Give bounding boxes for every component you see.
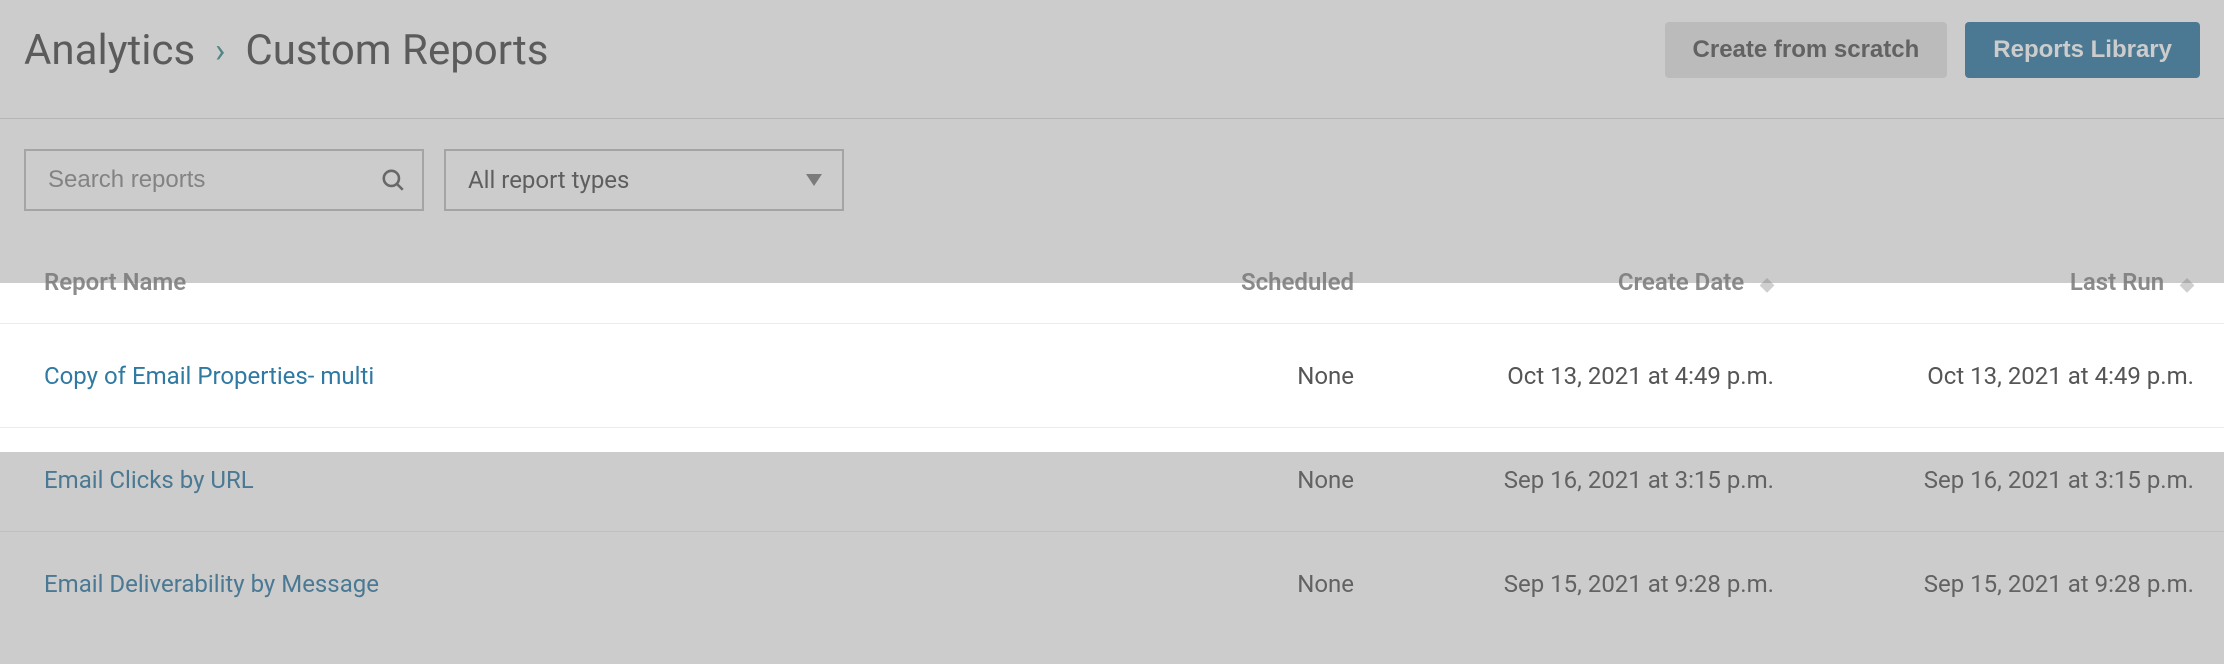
report-link[interactable]: Email Clicks by URL [44,466,254,494]
report-link[interactable]: Copy of Email Properties- multi [44,362,374,390]
sort-indicator-icon: ◆ [2180,274,2194,295]
chevron-right-icon: › [215,31,225,71]
cell-created: Sep 16, 2021 at 3:15 p.m. [1354,466,1774,494]
page-header: Analytics › Custom Reports Create from s… [0,0,2224,118]
column-header-name[interactable]: Report Name [44,268,1074,296]
column-header-created[interactable]: Create Date ◆ [1354,268,1774,296]
reports-table: Report Name Scheduled Create Date ◆ Last… [0,241,2224,635]
cell-created: Oct 13, 2021 at 4:49 p.m. [1354,362,1774,390]
cell-last-run: Sep 16, 2021 at 3:15 p.m. [1774,466,2194,494]
cell-last-run: Oct 13, 2021 at 4:49 p.m. [1774,362,2194,390]
report-type-selected: All report types [468,166,629,194]
table-row: Copy of Email Properties- multiNoneOct 1… [0,323,2224,427]
cell-report-name: Email Deliverability by Message [44,570,1074,598]
table-row: Email Clicks by URLNoneSep 16, 2021 at 3… [0,427,2224,531]
table-header: Report Name Scheduled Create Date ◆ Last… [0,241,2224,323]
column-header-last-run-label: Last Run [2070,268,2164,296]
column-header-last-run[interactable]: Last Run ◆ [1774,268,2194,296]
column-header-created-label: Create Date [1618,268,1744,296]
cell-scheduled: None [1074,466,1354,494]
reports-library-button[interactable]: Reports Library [1965,22,2200,78]
cell-report-name: Email Clicks by URL [44,466,1074,494]
breadcrumb-root[interactable]: Analytics [24,26,195,75]
header-actions: Create from scratch Reports Library [1665,22,2200,78]
sort-indicator-icon: ◆ [1760,274,1774,295]
report-type-select[interactable]: All report types [444,149,844,211]
filters-row: All report types [0,119,2224,241]
cell-report-name: Copy of Email Properties- multi [44,362,1074,390]
breadcrumb: Analytics › Custom Reports [24,26,548,75]
search-input-wrap [24,149,424,211]
breadcrumb-current: Custom Reports [245,26,548,75]
cell-scheduled: None [1074,570,1354,598]
report-link[interactable]: Email Deliverability by Message [44,570,379,598]
cell-created: Sep 15, 2021 at 9:28 p.m. [1354,570,1774,598]
create-from-scratch-button[interactable]: Create from scratch [1665,22,1948,78]
table-body: Copy of Email Properties- multiNoneOct 1… [0,323,2224,635]
caret-down-icon [806,174,822,186]
table-row: Email Deliverability by MessageNoneSep 1… [0,531,2224,635]
column-header-scheduled[interactable]: Scheduled [1074,268,1354,296]
cell-scheduled: None [1074,362,1354,390]
search-icon [380,167,406,193]
search-input[interactable] [24,149,424,211]
cell-last-run: Sep 15, 2021 at 9:28 p.m. [1774,570,2194,598]
